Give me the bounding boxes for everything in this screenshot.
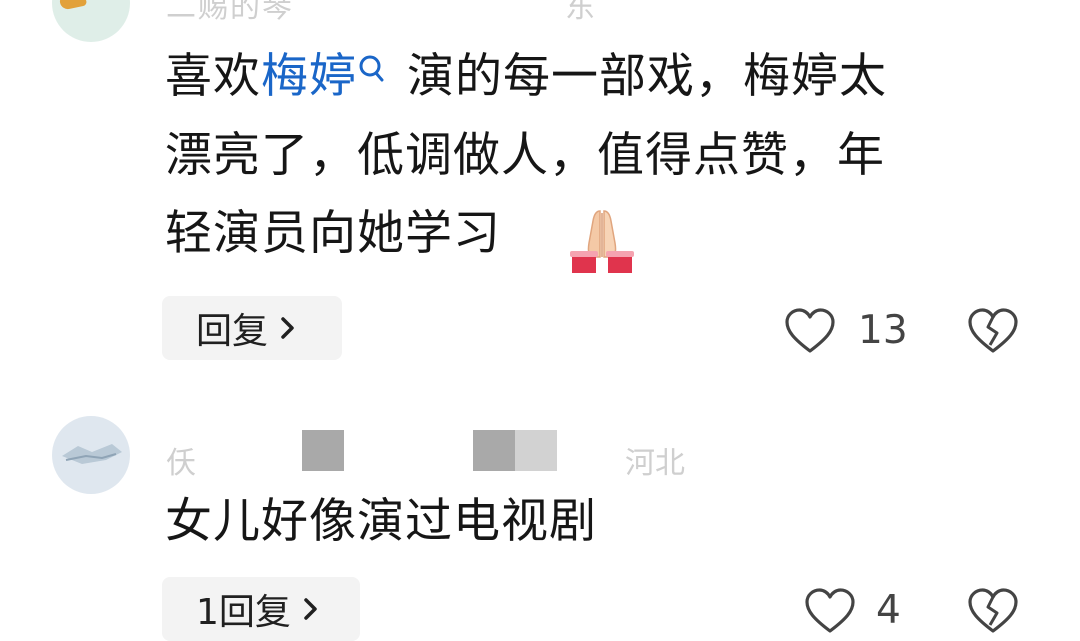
comment-text-segment: 喜欢 xyxy=(165,49,261,104)
heart-icon[interactable] xyxy=(803,584,857,638)
privacy-mask xyxy=(302,430,344,471)
comment-text: 女儿好像演过电视剧 xyxy=(165,494,597,549)
avatar[interactable] xyxy=(52,0,130,42)
reply-button[interactable]: 1回复 xyxy=(162,577,360,641)
avatar-decoration xyxy=(58,0,88,11)
comment-text-line: 轻演员向她学习 xyxy=(165,196,501,272)
comment-text-line: 漂亮了，低调做人，值得点赞，年 xyxy=(165,128,885,183)
comment-text: 喜欢梅婷 演的每一部戏，梅婷太 xyxy=(165,39,887,115)
search-link[interactable]: 梅婷 xyxy=(261,49,357,104)
like-count: 13 xyxy=(858,308,908,353)
location-label: 东 xyxy=(565,0,595,25)
avatar[interactable] xyxy=(52,416,130,494)
reply-button[interactable]: 回复 xyxy=(162,296,342,360)
comment-text-segment: 演的每一部戏，梅婷太 xyxy=(407,49,887,104)
comment-text-segment: 轻演员向她学习 xyxy=(165,206,501,261)
privacy-mask xyxy=(473,430,557,471)
broken-heart-icon[interactable] xyxy=(966,304,1020,358)
reply-button-label: 回复 xyxy=(196,311,269,352)
username[interactable]: 二赐的琴 xyxy=(166,0,294,26)
username[interactable]: 仸 xyxy=(166,438,198,482)
folded-hands-emoji xyxy=(562,203,642,275)
broken-heart-icon[interactable] xyxy=(966,584,1020,638)
location-label: 河北 xyxy=(625,446,685,481)
like-count: 4 xyxy=(876,588,901,633)
chevron-right-icon xyxy=(301,595,321,623)
search-icon[interactable] xyxy=(357,39,387,82)
avatar-image xyxy=(62,444,122,464)
heart-icon[interactable] xyxy=(783,304,837,358)
chevron-right-icon xyxy=(278,314,298,342)
reply-button-label: 1回复 xyxy=(196,592,291,633)
